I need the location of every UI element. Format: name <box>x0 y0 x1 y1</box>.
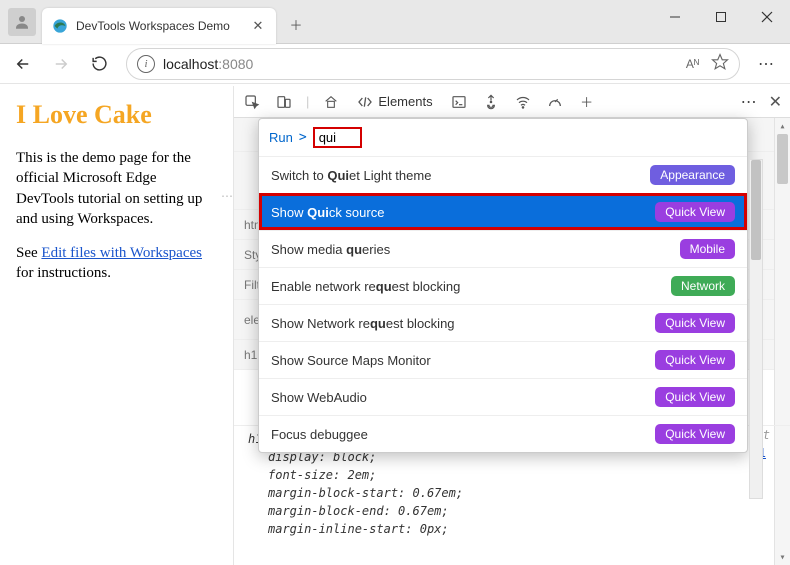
address-bar-row: i localhost:8080 Aᴺ ⋯ <box>0 44 790 84</box>
command-item-label: Switch to Quiet Light theme <box>271 168 650 183</box>
command-item[interactable]: Switch to Quiet Light themeAppearance <box>259 156 747 193</box>
devtools-body: htmSty⌄Filte⌄elem }h1 { Run > qui Switch… <box>234 118 790 565</box>
command-badge: Network <box>671 276 735 296</box>
browser-menu-button[interactable]: ⋯ <box>750 47 784 81</box>
command-item[interactable]: Focus debuggeeQuick View <box>259 415 747 452</box>
command-item[interactable]: Show Quick sourceQuick View <box>259 193 747 230</box>
command-item-label: Focus debuggee <box>271 427 655 442</box>
command-item[interactable]: Show Source Maps MonitorQuick View <box>259 341 747 378</box>
command-badge: Appearance <box>650 165 735 185</box>
url-host: localhost <box>163 56 218 72</box>
command-item-label: Show Quick source <box>271 205 655 220</box>
command-item[interactable]: Show WebAudioQuick View <box>259 378 747 415</box>
page-paragraph-2: See Edit files with Workspaces for instr… <box>16 243 217 284</box>
scroll-up-icon[interactable]: ▴ <box>775 118 790 134</box>
page-paragraph-1: This is the demo page for the official M… <box>16 148 217 229</box>
command-menu: Run > qui Switch to Quiet Light themeApp… <box>258 118 748 453</box>
css-property[interactable]: margin-block-start: 0.67em; <box>268 484 776 502</box>
command-item-label: Show WebAudio <box>271 390 655 405</box>
tab-close-icon[interactable]: ✕ <box>250 18 266 34</box>
close-window-button[interactable] <box>744 0 790 34</box>
maximize-button[interactable] <box>698 0 744 34</box>
devtools-close-icon[interactable]: ✕ <box>769 92 782 112</box>
address-bar[interactable]: i localhost:8080 Aᴺ <box>126 48 740 80</box>
read-aloud-icon[interactable]: Aᴺ <box>686 57 699 71</box>
css-property[interactable]: font-size: 2em; <box>268 466 776 484</box>
device-toolbar-icon[interactable] <box>274 92 294 112</box>
console-icon[interactable] <box>449 92 469 112</box>
command-badge: Quick View <box>655 424 735 444</box>
command-prompt-icon: > <box>299 130 307 145</box>
command-badge: Mobile <box>680 239 735 259</box>
profile-avatar[interactable] <box>8 8 36 36</box>
window-titlebar: DevTools Workspaces Demo ✕ ＋ <box>0 0 790 44</box>
tab-title: DevTools Workspaces Demo <box>76 19 250 33</box>
scrollbar-thumb[interactable] <box>777 134 788 184</box>
network-icon[interactable] <box>513 92 533 112</box>
css-property[interactable]: margin-block-end: 0.67em; <box>268 502 776 520</box>
welcome-icon[interactable] <box>321 92 341 112</box>
command-item[interactable]: Show media queriesMobile <box>259 230 747 267</box>
command-item-label: Show Network request blocking <box>271 316 655 331</box>
site-info-icon[interactable]: i <box>137 55 155 73</box>
workspaces-link[interactable]: Edit files with Workspaces <box>41 245 202 261</box>
refresh-button[interactable] <box>82 47 116 81</box>
command-badge: Quick View <box>655 202 735 222</box>
minimize-button[interactable] <box>652 0 698 34</box>
command-item[interactable]: Enable network request blockingNetwork <box>259 267 747 304</box>
url-port: :8080 <box>218 56 253 72</box>
command-item-label: Show media queries <box>271 242 680 257</box>
command-input-highlight: qui <box>313 127 362 148</box>
panel-resize-handle[interactable]: ⋯ <box>220 186 234 206</box>
command-item-label: Enable network request blocking <box>271 279 671 294</box>
window-controls <box>652 0 790 34</box>
inspect-icon[interactable] <box>242 92 262 112</box>
command-input-row: Run > qui <box>259 119 747 156</box>
page-heading: I Love Cake <box>16 100 217 130</box>
sources-icon[interactable] <box>481 92 501 112</box>
back-button[interactable] <box>6 47 40 81</box>
command-input[interactable]: qui <box>319 130 336 145</box>
browser-tab[interactable]: DevTools Workspaces Demo ✕ <box>42 8 276 44</box>
forward-button[interactable] <box>44 47 78 81</box>
new-tab-button[interactable]: ＋ <box>282 10 310 38</box>
page-content: I Love Cake This is the demo page for th… <box>0 86 234 565</box>
command-list: Switch to Quiet Light themeAppearanceSho… <box>259 156 747 452</box>
command-run-label: Run <box>269 130 293 145</box>
command-item[interactable]: Show Network request blockingQuick View <box>259 304 747 341</box>
more-tabs-icon[interactable]: ＋ <box>577 92 597 112</box>
devtools-panel: ⋯ | Elements ＋ ⋯ ✕ htmSty⌄Filte⌄elem }h1… <box>234 86 790 565</box>
edge-favicon-icon <box>52 18 68 34</box>
command-badge: Quick View <box>655 313 735 333</box>
command-badge: Quick View <box>655 387 735 407</box>
scrollbar-thumb[interactable] <box>751 160 761 260</box>
command-item-label: Show Source Maps Monitor <box>271 353 655 368</box>
favorite-icon[interactable] <box>711 53 729 74</box>
devtools-menu-icon[interactable]: ⋯ <box>741 85 759 119</box>
performance-icon[interactable] <box>545 92 565 112</box>
command-badge: Quick View <box>655 350 735 370</box>
devtools-toolbar: | Elements ＋ ⋯ ✕ <box>234 86 790 118</box>
tab-elements[interactable]: Elements <box>353 94 436 110</box>
command-scrollbar[interactable] <box>749 159 763 499</box>
css-property[interactable]: margin-inline-start: 0px; <box>268 520 776 538</box>
